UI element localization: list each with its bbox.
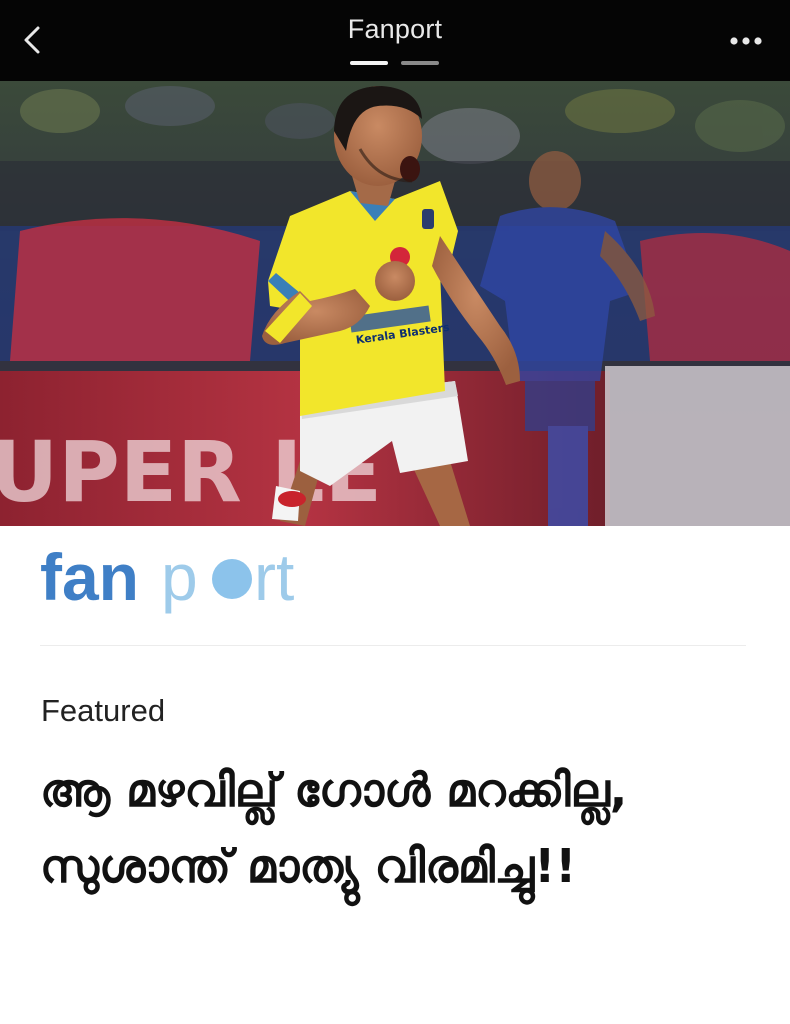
article-category: Featured: [41, 693, 166, 728]
logo-dot: [212, 559, 252, 599]
logo-text-fan: fan: [40, 540, 139, 614]
page-title: Fanport: [347, 14, 443, 44]
fanport-logo: fan p rt: [40, 538, 330, 618]
hero-image[interactable]: UPER LE Kerala Blasters: [0, 81, 790, 526]
top-bar: Fanport: [0, 0, 790, 81]
page-dot-active[interactable]: [350, 61, 388, 65]
fanport-logo-mark: fan p rt: [40, 540, 294, 614]
more-horizontal-icon: [730, 37, 762, 45]
page-dot-inactive[interactable]: [401, 61, 439, 65]
logo-text-rt: rt: [254, 540, 294, 614]
football-player-photo: UPER LE Kerala Blasters: [0, 81, 790, 526]
more-options-button[interactable]: [722, 26, 770, 56]
page-indicator: [350, 61, 440, 67]
logo-text-p: p: [161, 540, 198, 614]
divider: [40, 645, 746, 646]
article-headline[interactable]: ആ മഴവില്ല് ഗോൾ മറക്കില്ല, സുശാന്ത് മാത്യ…: [40, 752, 760, 904]
